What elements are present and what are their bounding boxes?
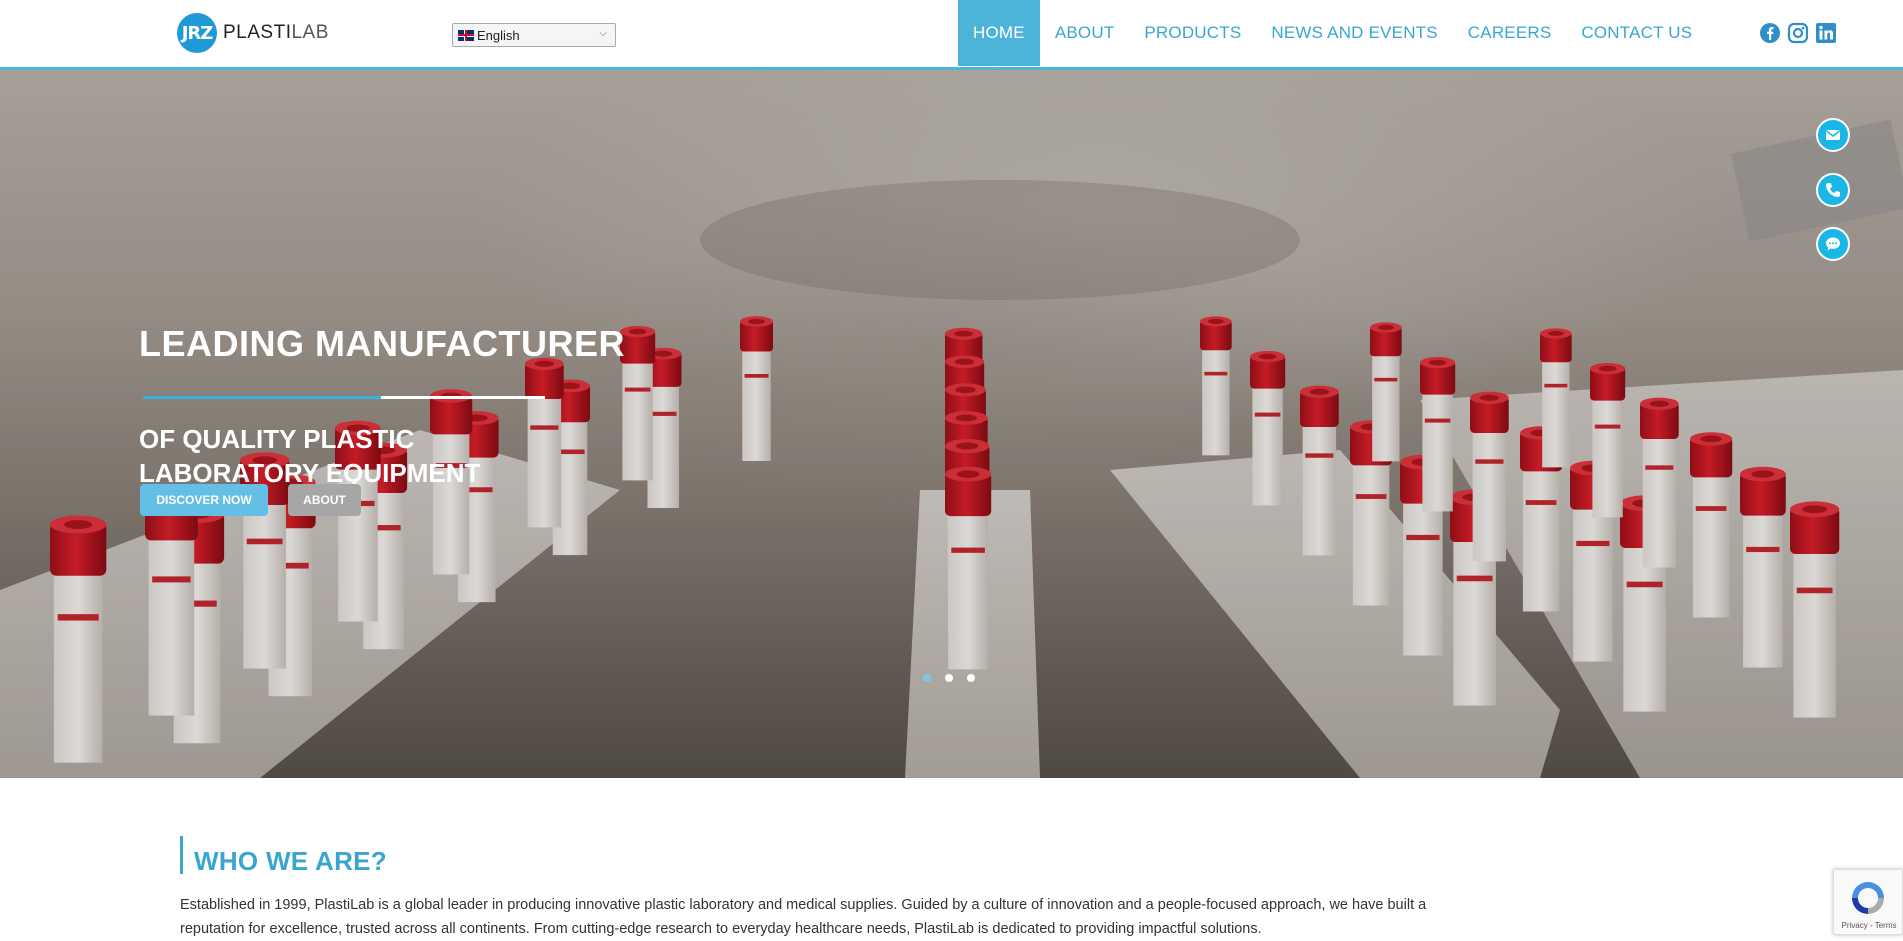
- logo-text-bold: PLASTI: [223, 22, 292, 43]
- discover-now-button[interactable]: DISCOVER NOW: [140, 484, 268, 516]
- language-select-value: English: [477, 27, 520, 43]
- hero-title: LEADING MANUFACTURER: [139, 323, 625, 364]
- instagram-icon[interactable]: [1787, 22, 1809, 44]
- nav-contact-us[interactable]: CONTACT US: [1566, 0, 1707, 66]
- logo[interactable]: JRZ PLASTILAB: [177, 13, 329, 53]
- logo-text-light: LAB: [291, 22, 329, 43]
- logo-text: PLASTILAB: [223, 22, 329, 44]
- email-icon: [1826, 130, 1840, 140]
- phone-icon: [1826, 183, 1840, 197]
- email-button[interactable]: [1816, 118, 1850, 152]
- who-we-are-accent-bar: [180, 836, 183, 874]
- about-button[interactable]: ABOUT: [288, 484, 361, 516]
- facebook-icon[interactable]: [1759, 22, 1781, 44]
- nav-news-and-events[interactable]: NEWS AND EVENTS: [1256, 0, 1452, 66]
- hero-subtitle: OF QUALITY PLASTIC LABORATORY EQUIPMENT: [139, 422, 559, 490]
- nav-home[interactable]: HOME: [958, 0, 1040, 66]
- social-links: [1759, 22, 1837, 44]
- hero-divider: [143, 396, 545, 399]
- nav-products[interactable]: PRODUCTS: [1129, 0, 1256, 66]
- recaptcha-icon: [1852, 882, 1884, 914]
- recaptcha-links[interactable]: Privacy - Terms: [1834, 921, 1903, 930]
- linkedin-icon[interactable]: [1815, 22, 1837, 44]
- phone-button[interactable]: [1816, 173, 1850, 207]
- logo-mark: JRZ: [177, 13, 217, 53]
- chat-button[interactable]: [1816, 227, 1850, 261]
- slider-dot-2[interactable]: [945, 674, 953, 682]
- nav-about[interactable]: ABOUT: [1040, 0, 1130, 66]
- uk-flag-icon: [458, 29, 474, 41]
- language-select[interactable]: English ⌵: [452, 23, 616, 47]
- site-header: JRZ PLASTILAB English ⌵ HOME ABOUT PRODU…: [0, 0, 1903, 70]
- hero-banner: LEADING MANUFACTURER OF QUALITY PLASTIC …: [0, 70, 1903, 778]
- who-we-are-title: WHO WE ARE?: [194, 846, 387, 876]
- chat-icon: [1826, 237, 1840, 251]
- slider-dot-3[interactable]: [967, 674, 975, 682]
- nav-careers[interactable]: CAREERS: [1453, 0, 1567, 66]
- slider-dots: [923, 674, 975, 682]
- hero-subtitle-line1: OF QUALITY PLASTIC: [139, 424, 415, 454]
- recaptcha-badge[interactable]: Privacy - Terms: [1833, 869, 1903, 935]
- chevron-down-icon: ⌵: [599, 28, 607, 39]
- slider-dot-1[interactable]: [923, 674, 931, 682]
- main-nav: HOME ABOUT PRODUCTS NEWS AND EVENTS CARE…: [958, 0, 1707, 66]
- who-we-are-text: Established in 1999, PlastiLab is a glob…: [180, 897, 1427, 937]
